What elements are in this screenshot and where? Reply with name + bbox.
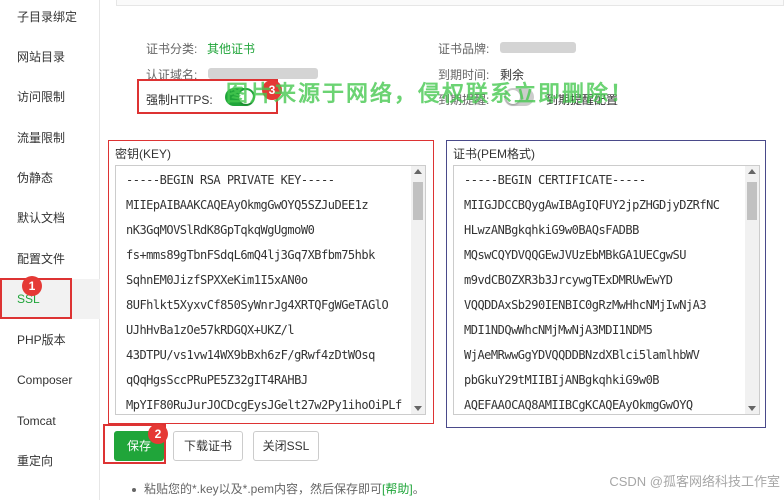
sidebar-item-subdir-binding[interactable]: 子目录绑定: [0, 0, 100, 37]
key-line: MpYIF80RuJurJOCDcgEysJGelt27w2Py1ihoOiPL…: [126, 398, 402, 412]
download-cert-button[interactable]: 下载证书: [173, 431, 243, 461]
cert-textarea[interactable]: -----BEGIN CERTIFICATE----- MIIGJDCCBQyg…: [453, 165, 760, 415]
watermark-text: 图片来源于网络，侵权联系立即删除！: [226, 82, 635, 107]
scroll-thumb[interactable]: [747, 182, 757, 220]
key-line: nK3GqMOVSlRdK8GpTqkqWgUgmoW0: [126, 223, 315, 237]
key-line: MIIEpAIBAAKCAQEAyOkmgGwOYQ5SZJuDEE1z: [126, 198, 369, 212]
cert-line: HLwzANBgkqhkiG9w0BAQsFADBB: [464, 223, 639, 237]
cert-category-label: 证书分类:: [146, 42, 198, 56]
cert-line: VQQDDAxSb290IENBIC0gRzMwHhcNMjIwNjA3: [464, 298, 707, 312]
help-text: 粘贴您的*.key以及*.pem内容，然后保存即可[帮助]。: [132, 480, 425, 497]
key-panel: 密钥(KEY) -----BEGIN RSA PRIVATE KEY----- …: [108, 140, 434, 424]
key-panel-title: 密钥(KEY): [115, 147, 172, 161]
cert-line: m9vdCBOZXR3b3JrcywgTExDMRUwEwYD: [464, 273, 673, 287]
cert-line: MIIGJDCCBQygAwIBAgIQFUY2jpZHGDjyDZRfNC: [464, 198, 720, 212]
cert-brand-label: 证书品牌:: [438, 42, 490, 56]
annotation-badge-1: 1: [22, 276, 42, 296]
cert-panel-title: 证书(PEM格式): [453, 147, 535, 161]
sidebar-item-default-doc[interactable]: 默认文档: [0, 198, 100, 238]
force-https-label: 强制HTTPS:: [146, 93, 213, 107]
key-line: 43DTPU/vs1vw14WX9bBxh6zF/gRwf4zDtWOsq: [126, 348, 375, 362]
sidebar-item-php-version[interactable]: PHP版本: [0, 320, 100, 360]
sidebar-item-ssl[interactable]: SSL: [0, 279, 100, 319]
key-scrollbar[interactable]: [411, 166, 425, 414]
annotation-badge-2: 2: [148, 424, 168, 444]
scroll-thumb[interactable]: [413, 182, 423, 220]
tab-strip: [116, 0, 784, 6]
cert-line: MDI1NDQwWhcNMjMwNjA3MDI1NDM5: [464, 323, 653, 337]
cert-line: MQswCQYDVQQGEwJVUzEbMBkGA1UECgwSU: [464, 248, 686, 262]
cert-scrollbar[interactable]: [745, 166, 759, 414]
scroll-up-arrow-icon[interactable]: [748, 169, 756, 174]
key-line: fs+mms89gTbnFSdqL6mQ4lj3Gq7XBfbm75hbk: [126, 248, 375, 262]
sidebar-item-traffic-limit[interactable]: 流量限制: [0, 118, 100, 158]
cert-line: pbGkuY29tMIIBIjANBgkqhkiG9w0B: [464, 373, 660, 387]
scroll-down-arrow-icon[interactable]: [748, 406, 756, 411]
sidebar-item-rewrite[interactable]: 伪静态: [0, 158, 100, 198]
cert-line: -----BEGIN CERTIFICATE-----: [464, 173, 646, 187]
csdn-credit: CSDN @孤客网络科技工作室: [609, 474, 780, 489]
sidebar-item-access-limit[interactable]: 访问限制: [0, 77, 100, 117]
cert-line: AQEFAAOCAQ8AMIIBCgKCAQEAyOkmgGwOYQ: [464, 398, 693, 412]
key-line: qQqHgsSccPRuPE5Z32gIT4RAHBJ: [126, 373, 308, 387]
sidebar-item-composer[interactable]: Composer: [0, 360, 100, 400]
sidebar-item-tomcat[interactable]: Tomcat: [0, 401, 100, 441]
bullet-icon: [132, 487, 136, 492]
scroll-down-arrow-icon[interactable]: [414, 406, 422, 411]
ssl-main-panel: 证书分类: 其他证书 证书品牌: 认证域名: 到期时间: 剩余 强制HTTPS:…: [100, 0, 784, 500]
cert-line: WjAeMRwwGgYDVQQDDBNzdXBlci5lamlhbWV: [464, 348, 700, 362]
cert-panel: 证书(PEM格式) -----BEGIN CERTIFICATE----- MI…: [446, 140, 766, 428]
key-line: 8UFhlkt5XyxvCf850SyWnrJg4XRTQFgWGeTAGlO: [126, 298, 389, 312]
sidebar-item-redirect[interactable]: 重定向: [0, 441, 100, 481]
cert-domain-label: 认证域名:: [146, 68, 198, 82]
key-line: -----BEGIN RSA PRIVATE KEY-----: [126, 173, 335, 187]
help-main-text: 粘贴您的*.key以及*.pem内容，然后保存即可: [144, 482, 383, 496]
help-link[interactable]: [帮助]: [382, 482, 413, 496]
cert-category-value: 其他证书: [207, 42, 256, 56]
sidebar: 子目录绑定 网站目录 访问限制 流量限制 伪静态 默认文档 配置文件 SSL P…: [0, 0, 100, 500]
key-textarea[interactable]: -----BEGIN RSA PRIVATE KEY----- MIIEpAIB…: [115, 165, 426, 415]
key-line: SqhnEM0JizfSPXXeKim1I5xAN0o: [126, 273, 308, 287]
help-suffix: 。: [412, 482, 425, 496]
close-ssl-button[interactable]: 关闭SSL: [253, 431, 319, 461]
cert-brand-redacted: [500, 42, 576, 53]
sidebar-item-site-directory[interactable]: 网站目录: [0, 37, 100, 77]
sidebar-item-config-file[interactable]: 配置文件: [0, 239, 100, 279]
scroll-up-arrow-icon[interactable]: [414, 169, 422, 174]
key-line: UJhHvBa1zOe57kRDGQX+UKZ/l: [126, 323, 295, 337]
